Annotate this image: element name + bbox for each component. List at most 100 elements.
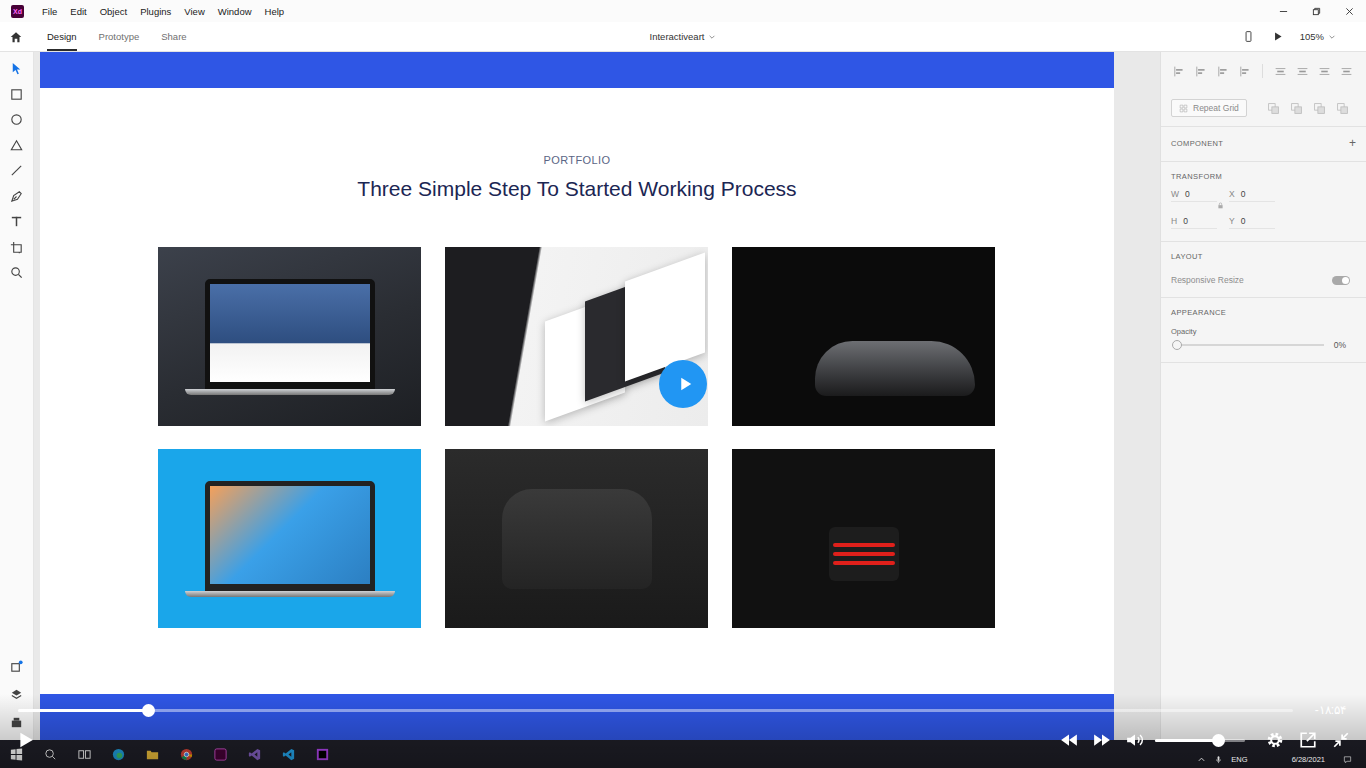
- section-eyebrow[interactable]: PORTFOLIO: [40, 154, 1114, 167]
- car-shape: [815, 341, 975, 396]
- menu-item[interactable]: Edit: [70, 6, 86, 17]
- minimize-icon[interactable]: [1267, 0, 1300, 22]
- portfolio-card[interactable]: [445, 247, 708, 426]
- portfolio-card[interactable]: [732, 449, 995, 628]
- mode-tab[interactable]: Share: [161, 22, 186, 51]
- rewind-icon[interactable]: [1060, 731, 1078, 749]
- workspace: PORTFOLIO Three Simple Step To Started Wo…: [0, 52, 1366, 740]
- pen-tool-icon[interactable]: [9, 189, 24, 204]
- rectangle-tool-icon[interactable]: [9, 87, 24, 102]
- align-tools: [1161, 52, 1366, 90]
- home-icon[interactable]: [9, 30, 23, 44]
- transform-field[interactable]: X0: [1229, 189, 1275, 202]
- responsive-resize-toggle[interactable]: [1332, 276, 1350, 285]
- video-play-icon[interactable]: [659, 360, 707, 408]
- artboard-tool-icon[interactable]: [9, 240, 24, 255]
- distribute-icon[interactable]: [1296, 65, 1309, 78]
- repeat-grid-row: Repeat Grid: [1161, 90, 1366, 127]
- zoom-level[interactable]: 105%: [1300, 31, 1324, 42]
- product-shape: [829, 527, 899, 581]
- window-controls: [1267, 0, 1366, 22]
- distribute-icon[interactable]: [1340, 65, 1353, 78]
- transform-section: TRANSFORMW0X0H0Y0: [1161, 162, 1366, 242]
- appearance-section: APPEARANCEOpacity0%: [1161, 298, 1366, 363]
- plugins-icon[interactable]: [9, 659, 24, 674]
- boolean-icon[interactable]: [1313, 102, 1326, 115]
- input-language[interactable]: ENG: [1231, 755, 1247, 764]
- xd-logo: Xd: [11, 5, 24, 18]
- tray-chevron-icon[interactable]: [1197, 755, 1206, 764]
- van-shape: [502, 489, 652, 589]
- canvas: PORTFOLIO Three Simple Step To Started Wo…: [34, 52, 1160, 740]
- boolean-icon[interactable]: [1336, 102, 1349, 115]
- volume-icon[interactable]: [1126, 731, 1144, 749]
- laptop-screen: [205, 481, 375, 591]
- layout-section: LAYOUTResponsive Resize: [1161, 242, 1366, 298]
- document-title[interactable]: Interactiveart: [650, 22, 717, 51]
- xd-window: Xd File Edit Object Plugins View Window Help Des…: [0, 0, 1366, 768]
- fast-forward-icon[interactable]: [1093, 731, 1111, 749]
- polygon-tool-icon[interactable]: [9, 138, 24, 153]
- close-icon[interactable]: [1333, 0, 1366, 22]
- tool-bar: [0, 52, 34, 740]
- artboard[interactable]: PORTFOLIO Three Simple Step To Started Wo…: [40, 52, 1114, 740]
- chevron-down-icon: [1328, 33, 1336, 41]
- laptop-screen: [205, 279, 375, 389]
- portfolio-card[interactable]: [158, 247, 421, 426]
- opacity-slider[interactable]: [1177, 344, 1324, 346]
- menu-item[interactable]: Plugins: [140, 6, 171, 17]
- play-icon[interactable]: [1271, 30, 1284, 43]
- mode-tab[interactable]: Prototype: [99, 22, 140, 51]
- line-tool-icon[interactable]: [9, 163, 24, 178]
- portfolio-card[interactable]: [445, 449, 708, 628]
- portfolio-card[interactable]: [158, 449, 421, 628]
- video-player-controls: -۱۸:۵۴: [0, 694, 1366, 768]
- distribute-icon[interactable]: [1274, 65, 1287, 78]
- play-icon[interactable]: [17, 731, 35, 749]
- boolean-icon[interactable]: [1267, 102, 1280, 115]
- menu-item[interactable]: Object: [100, 6, 127, 17]
- text-tool-icon[interactable]: [9, 214, 24, 229]
- add-component-button[interactable]: +: [1349, 137, 1356, 149]
- menu-item[interactable]: File: [42, 6, 57, 17]
- transform-field[interactable]: Y0: [1229, 216, 1275, 229]
- component-section: COMPONENT+: [1161, 127, 1366, 162]
- remaining-time: -۱۸:۵۴: [1315, 703, 1346, 717]
- ellipse-tool-icon[interactable]: [9, 112, 24, 127]
- portfolio-card[interactable]: [732, 247, 995, 426]
- repeat-grid-button[interactable]: Repeat Grid: [1171, 99, 1247, 117]
- popout-icon[interactable]: [1299, 731, 1317, 749]
- menu-item[interactable]: View: [184, 6, 204, 17]
- settings-gear-icon[interactable]: [1266, 731, 1284, 749]
- phone-preview-icon[interactable]: [1242, 30, 1255, 43]
- distribute-icon[interactable]: [1318, 65, 1331, 78]
- header-band: [40, 52, 1114, 88]
- menu-item[interactable]: Window: [218, 6, 252, 17]
- video-progress-bar[interactable]: [18, 709, 1293, 712]
- align-icon[interactable]: [1172, 65, 1185, 78]
- property-inspector: Repeat GridCOMPONENT+TRANSFORMW0X0H0Y0LA…: [1160, 52, 1366, 740]
- laptop-base: [185, 591, 395, 597]
- transform-field[interactable]: W0: [1171, 189, 1217, 202]
- volume-slider[interactable]: [1155, 739, 1245, 742]
- zoom-tool-icon[interactable]: [9, 265, 24, 280]
- clock-date[interactable]: 6/28/2021: [1292, 755, 1325, 764]
- exit-fullscreen-icon[interactable]: [1332, 731, 1350, 749]
- menu-item[interactable]: Help: [265, 6, 285, 17]
- align-icon[interactable]: [1194, 65, 1207, 78]
- section-heading[interactable]: Three Simple Step To Started Working Pro…: [40, 177, 1114, 201]
- boolean-icon[interactable]: [1290, 102, 1303, 115]
- align-icon[interactable]: [1238, 65, 1251, 78]
- transform-field[interactable]: H0: [1171, 216, 1217, 229]
- notifications-icon[interactable]: [1343, 755, 1352, 764]
- portfolio-grid: [158, 247, 1114, 628]
- menu-bar: Xd File Edit Object Plugins View Window Help: [0, 0, 1366, 22]
- mode-tab[interactable]: Design: [47, 22, 77, 51]
- restore-icon[interactable]: [1300, 0, 1333, 22]
- opacity-value[interactable]: 0%: [1334, 340, 1346, 350]
- lock-icon[interactable]: [1217, 202, 1224, 209]
- align-icon[interactable]: [1216, 65, 1229, 78]
- select-tool-icon[interactable]: [9, 61, 24, 76]
- microphone-icon[interactable]: [1214, 755, 1223, 764]
- chevron-down-icon: [708, 33, 716, 41]
